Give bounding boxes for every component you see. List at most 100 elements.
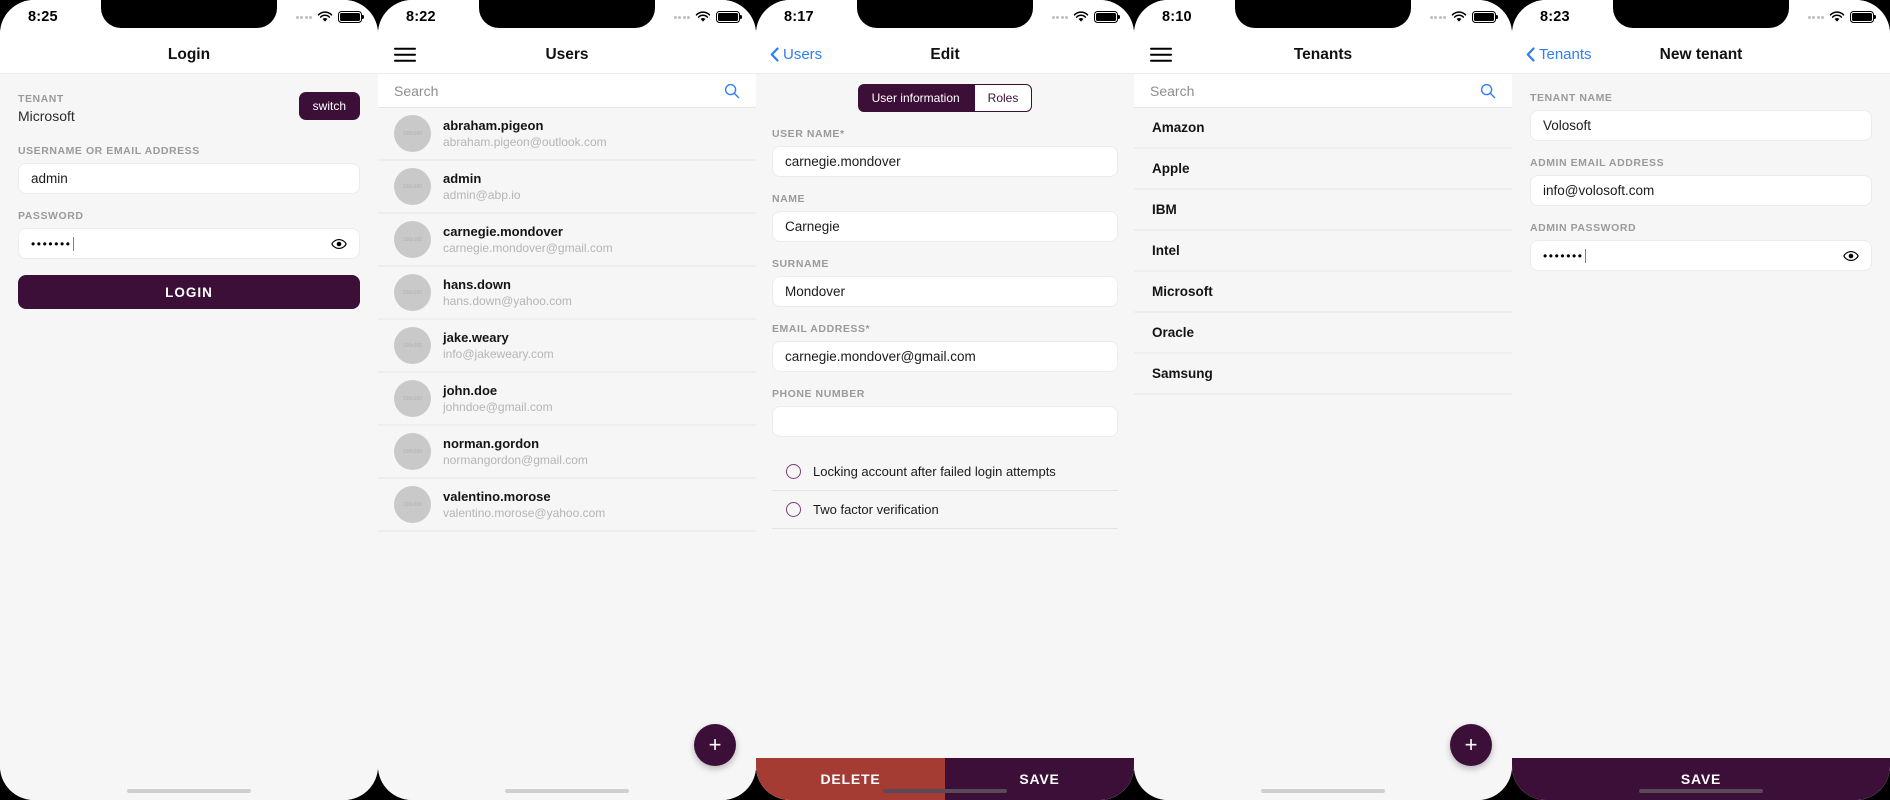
field-label: PHONE NUMBER bbox=[772, 388, 865, 400]
password-input[interactable]: ••••••• bbox=[18, 228, 360, 259]
list-item[interactable]: 100x100 john.doe johndoe@gmail.com bbox=[378, 373, 756, 426]
status-time: 8:25 bbox=[28, 9, 58, 25]
text-input[interactable]: carnegie.mondover bbox=[772, 146, 1118, 177]
login-button[interactable]: LOGIN bbox=[18, 275, 360, 309]
wifi-icon bbox=[1829, 11, 1845, 22]
battery-icon bbox=[1472, 11, 1499, 23]
back-button[interactable]: Users bbox=[770, 36, 822, 73]
notch bbox=[101, 0, 277, 28]
page-title: New tenant bbox=[1659, 45, 1743, 63]
list-item[interactable]: Intel bbox=[1134, 231, 1512, 272]
battery-icon bbox=[716, 11, 743, 23]
field-value: carnegie.mondover bbox=[785, 154, 901, 169]
text-input[interactable]: carnegie.mondover@gmail.com bbox=[772, 341, 1118, 372]
home-indicator bbox=[505, 789, 629, 793]
show-password-icon[interactable] bbox=[331, 238, 347, 249]
battery-icon bbox=[1094, 11, 1121, 23]
action-bar: DELETE SAVE bbox=[756, 758, 1134, 800]
add-tenant-button[interactable]: + bbox=[1450, 724, 1492, 766]
text-input[interactable] bbox=[772, 406, 1118, 437]
admin-password-input[interactable]: ••••••• bbox=[1530, 240, 1872, 271]
text-input[interactable]: Volosoft bbox=[1530, 110, 1872, 141]
avatar-placeholder-label: 100x100 bbox=[402, 289, 423, 296]
password-label: PASSWORD bbox=[18, 210, 84, 222]
save-button[interactable]: SAVE bbox=[1512, 758, 1890, 800]
radio-icon[interactable] bbox=[786, 464, 801, 479]
switch-tenant-button[interactable]: switch bbox=[298, 92, 360, 120]
user-name: norman.gordon bbox=[443, 435, 540, 451]
home-indicator bbox=[883, 789, 1007, 793]
text-input[interactable]: Carnegie bbox=[772, 211, 1118, 242]
page-title: Edit bbox=[930, 45, 960, 63]
list-item[interactable]: Apple bbox=[1134, 149, 1512, 190]
nav-bar: Tenants bbox=[1134, 36, 1512, 74]
field-value: carnegie.mondover@gmail.com bbox=[785, 349, 976, 364]
checkbox-row[interactable]: Two factor verification bbox=[772, 491, 1118, 529]
home-indicator bbox=[1639, 789, 1763, 793]
user-name: hans.down bbox=[443, 276, 511, 292]
search-bar bbox=[378, 74, 756, 108]
signal-icon bbox=[673, 15, 690, 19]
search-input[interactable] bbox=[1150, 82, 1480, 99]
admin-password-label: ADMIN PASSWORD bbox=[1530, 222, 1637, 234]
tenant-row: TENANT Microsoft switch bbox=[18, 92, 360, 125]
page-title: Login bbox=[167, 45, 211, 63]
phone-new-tenant: 8:23 Tenants New tenant TENANT NAME Volo… bbox=[1512, 0, 1890, 800]
tab-roles[interactable]: Roles bbox=[973, 84, 1033, 112]
login-form: TENANT Microsoft switch USERNAME OR EMAI… bbox=[0, 74, 378, 800]
list-item[interactable]: 100x100 carnegie.mondover carnegie.mondove… bbox=[378, 214, 756, 267]
list-item[interactable]: 100x100 jake.weary info@jakeweary.com bbox=[378, 320, 756, 373]
user-name: john.doe bbox=[443, 382, 498, 398]
phone-edit-user: 8:17 Users Edit User information Roles U… bbox=[756, 0, 1134, 800]
status-time: 8:22 bbox=[406, 9, 436, 25]
delete-button[interactable]: DELETE bbox=[756, 758, 945, 800]
avatar: 100x100 bbox=[394, 115, 431, 152]
avatar: 100x100 bbox=[394, 221, 431, 258]
field-label: USER NAME* bbox=[772, 128, 845, 140]
avatar: 100x100 bbox=[394, 168, 431, 205]
signal-icon bbox=[1429, 15, 1446, 19]
status-time: 8:23 bbox=[1540, 9, 1570, 25]
checkbox-row[interactable]: Locking account after failed login attem… bbox=[772, 453, 1118, 491]
save-button[interactable]: SAVE bbox=[945, 758, 1134, 800]
list-item[interactable]: 100x100 valentino.morose valentino.morose@… bbox=[378, 479, 756, 532]
search-icon[interactable] bbox=[724, 83, 740, 99]
show-password-icon[interactable] bbox=[1843, 250, 1859, 261]
search-input[interactable] bbox=[394, 82, 724, 99]
list-item[interactable]: Samsung bbox=[1134, 354, 1512, 395]
chevron-left-icon bbox=[1526, 47, 1535, 62]
username-input[interactable]: admin bbox=[18, 163, 360, 194]
nav-bar: Login bbox=[0, 36, 378, 74]
menu-icon[interactable] bbox=[394, 47, 416, 62]
add-user-button[interactable]: + bbox=[694, 724, 736, 766]
text-input[interactable]: info@volosoft.com bbox=[1530, 175, 1872, 206]
tenants-screen-body: AmazonAppleIBMIntelMicrosoftOracleSamsun… bbox=[1134, 74, 1512, 800]
user-email: valentino.morose@yahoo.com bbox=[443, 505, 606, 520]
text-input[interactable]: Mondover bbox=[772, 276, 1118, 307]
menu-icon[interactable] bbox=[1150, 47, 1172, 62]
list-item[interactable]: Oracle bbox=[1134, 313, 1512, 354]
list-item[interactable]: 100x100 hans.down hans.down@yahoo.com bbox=[378, 267, 756, 320]
user-name: admin bbox=[443, 170, 482, 186]
battery-icon bbox=[1850, 11, 1877, 23]
user-name: jake.weary bbox=[443, 329, 509, 345]
list-item[interactable]: Amazon bbox=[1134, 108, 1512, 149]
radio-icon[interactable] bbox=[786, 502, 801, 517]
user-email: info@jakeweary.com bbox=[443, 346, 554, 361]
list-item[interactable]: Microsoft bbox=[1134, 272, 1512, 313]
list-item[interactable]: IBM bbox=[1134, 190, 1512, 231]
avatar: 100x100 bbox=[394, 327, 431, 364]
wifi-icon bbox=[695, 11, 711, 22]
list-item[interactable]: 100x100 abraham.pigeon abraham.pigeon@outl… bbox=[378, 108, 756, 161]
list-item[interactable]: 100x100 admin admin@abp.io bbox=[378, 161, 756, 214]
user-name: carnegie.mondover bbox=[443, 223, 563, 239]
back-button[interactable]: Tenants bbox=[1526, 36, 1592, 73]
field-value: Volosoft bbox=[1543, 118, 1592, 133]
user-name: valentino.morose bbox=[443, 488, 551, 504]
battery-icon bbox=[338, 11, 365, 23]
tab-user-information[interactable]: User information bbox=[857, 84, 974, 112]
phone-login: 8:25 Login TENANT Microsoft switch USERN… bbox=[0, 0, 378, 800]
field-label: EMAIL ADDRESS* bbox=[772, 323, 871, 335]
list-item[interactable]: 100x100 norman.gordon normangordon@gmail.c… bbox=[378, 426, 756, 479]
search-icon[interactable] bbox=[1480, 83, 1496, 99]
